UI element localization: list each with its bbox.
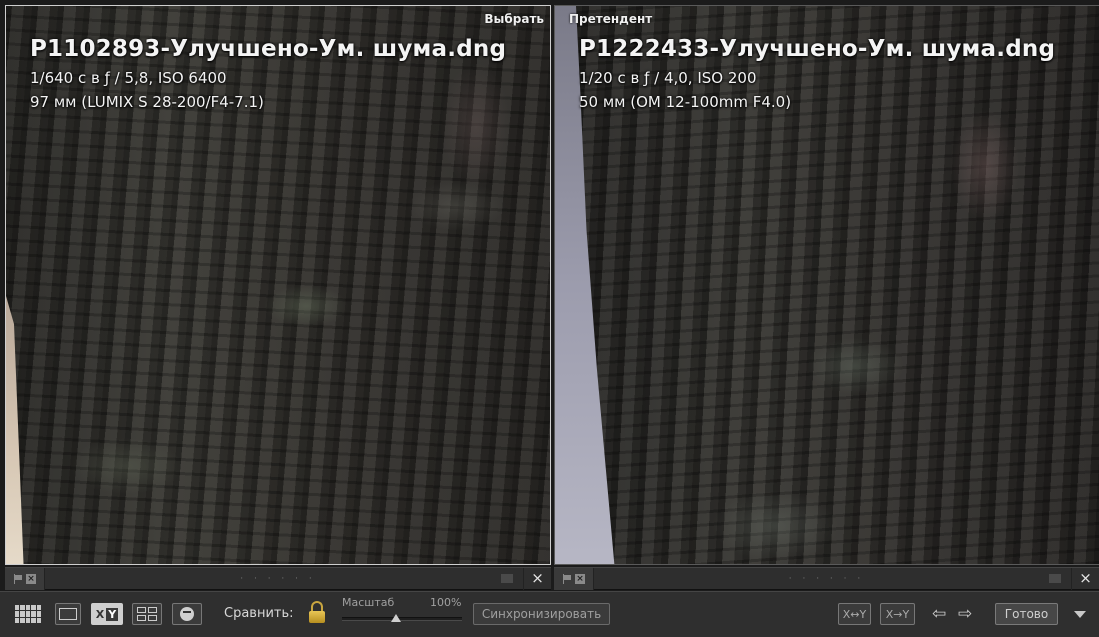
candidate-status-strip: × · · · · · · × — [554, 567, 1099, 590]
zoom-slider-thumb[interactable] — [391, 614, 401, 622]
arrow-right-icon[interactable]: ⇨ — [958, 604, 972, 626]
select-status-strip: × · · · · · · × — [5, 567, 551, 590]
select-flag-group: × — [5, 568, 45, 590]
compare-view-button[interactable]: X Y — [91, 603, 123, 625]
grid-view-icon — [15, 605, 41, 623]
arrow-left-icon[interactable]: ⇦ — [932, 604, 946, 626]
promote-icon[interactable]: X→Y — [880, 603, 915, 625]
candidate-flag-group: × — [554, 568, 594, 590]
rating-dots[interactable]: · · · · · · — [240, 574, 315, 584]
candidate-info-overlay: P1222433-Улучшено-Ум. шума.dng 1/20 с в … — [579, 32, 1055, 114]
select-info-overlay: P1102893-Улучшено-Ум. шума.dng 1/640 с в… — [30, 32, 506, 114]
survey-view-icon — [137, 607, 157, 621]
candidate-filename: P1222433-Улучшено-Ум. шума.dng — [579, 36, 1056, 62]
loupe-view-button[interactable] — [55, 603, 81, 625]
flag-icon[interactable] — [13, 574, 23, 584]
grid-view-button[interactable] — [14, 603, 42, 625]
rating-dots[interactable]: · · · · · · — [789, 574, 864, 584]
select-filename: P1102893-Улучшено-Ум. шума.dng — [30, 36, 507, 62]
select-exposure: 1/640 с в ƒ / 5,8, ISO 6400 — [30, 69, 227, 87]
compare-view-icon-y: Y — [106, 607, 119, 621]
candidate-lens: 50 мм (OM 12-100mm F4.0) — [579, 93, 792, 111]
people-view-button[interactable] — [172, 603, 202, 625]
select-tag: Выбрать — [484, 12, 544, 26]
compare-view-icon-x: X — [95, 607, 105, 621]
people-view-icon — [180, 607, 194, 621]
reject-flag-icon[interactable]: × — [26, 574, 36, 584]
zoom-value: 100% — [430, 596, 462, 609]
close-icon[interactable]: × — [523, 568, 551, 590]
zoom-label: Масштаб — [342, 596, 395, 609]
close-icon[interactable]: × — [1071, 568, 1099, 590]
candidate-exposure: 1/20 с в ƒ / 4,0, ISO 200 — [579, 69, 757, 87]
compare-label: Сравнить: — [224, 606, 294, 621]
dropdown-triangle-icon[interactable] — [1074, 611, 1086, 618]
swap-icon[interactable]: X↔Y — [838, 603, 871, 625]
candidate-pane[interactable]: Претендент P1222433-Улучшено-Ум. шума.dn… — [554, 5, 1099, 565]
select-lens: 97 мм (LUMIX S 28-200/F4-7.1) — [30, 93, 264, 111]
toolbar: X Y Сравнить: Масштаб 100% Синхронизиров… — [0, 591, 1099, 637]
color-label-swatch[interactable] — [501, 574, 513, 583]
sync-button[interactable]: Синхронизировать — [473, 603, 610, 625]
select-pane[interactable]: Выбрать P1102893-Улучшено-Ум. шума.dng 1… — [5, 5, 551, 565]
survey-view-button[interactable] — [132, 603, 162, 625]
reject-flag-icon[interactable]: × — [575, 574, 585, 584]
compare-view: Выбрать P1102893-Улучшено-Ум. шума.dng 1… — [0, 0, 1099, 637]
flag-icon[interactable] — [562, 574, 572, 584]
zoom-slider[interactable] — [342, 614, 462, 622]
color-label-swatch[interactable] — [1049, 574, 1061, 583]
loupe-view-icon — [59, 608, 77, 620]
lock-icon[interactable] — [308, 601, 326, 625]
done-button[interactable]: Готово — [995, 603, 1058, 625]
candidate-tag: Претендент — [569, 12, 653, 26]
